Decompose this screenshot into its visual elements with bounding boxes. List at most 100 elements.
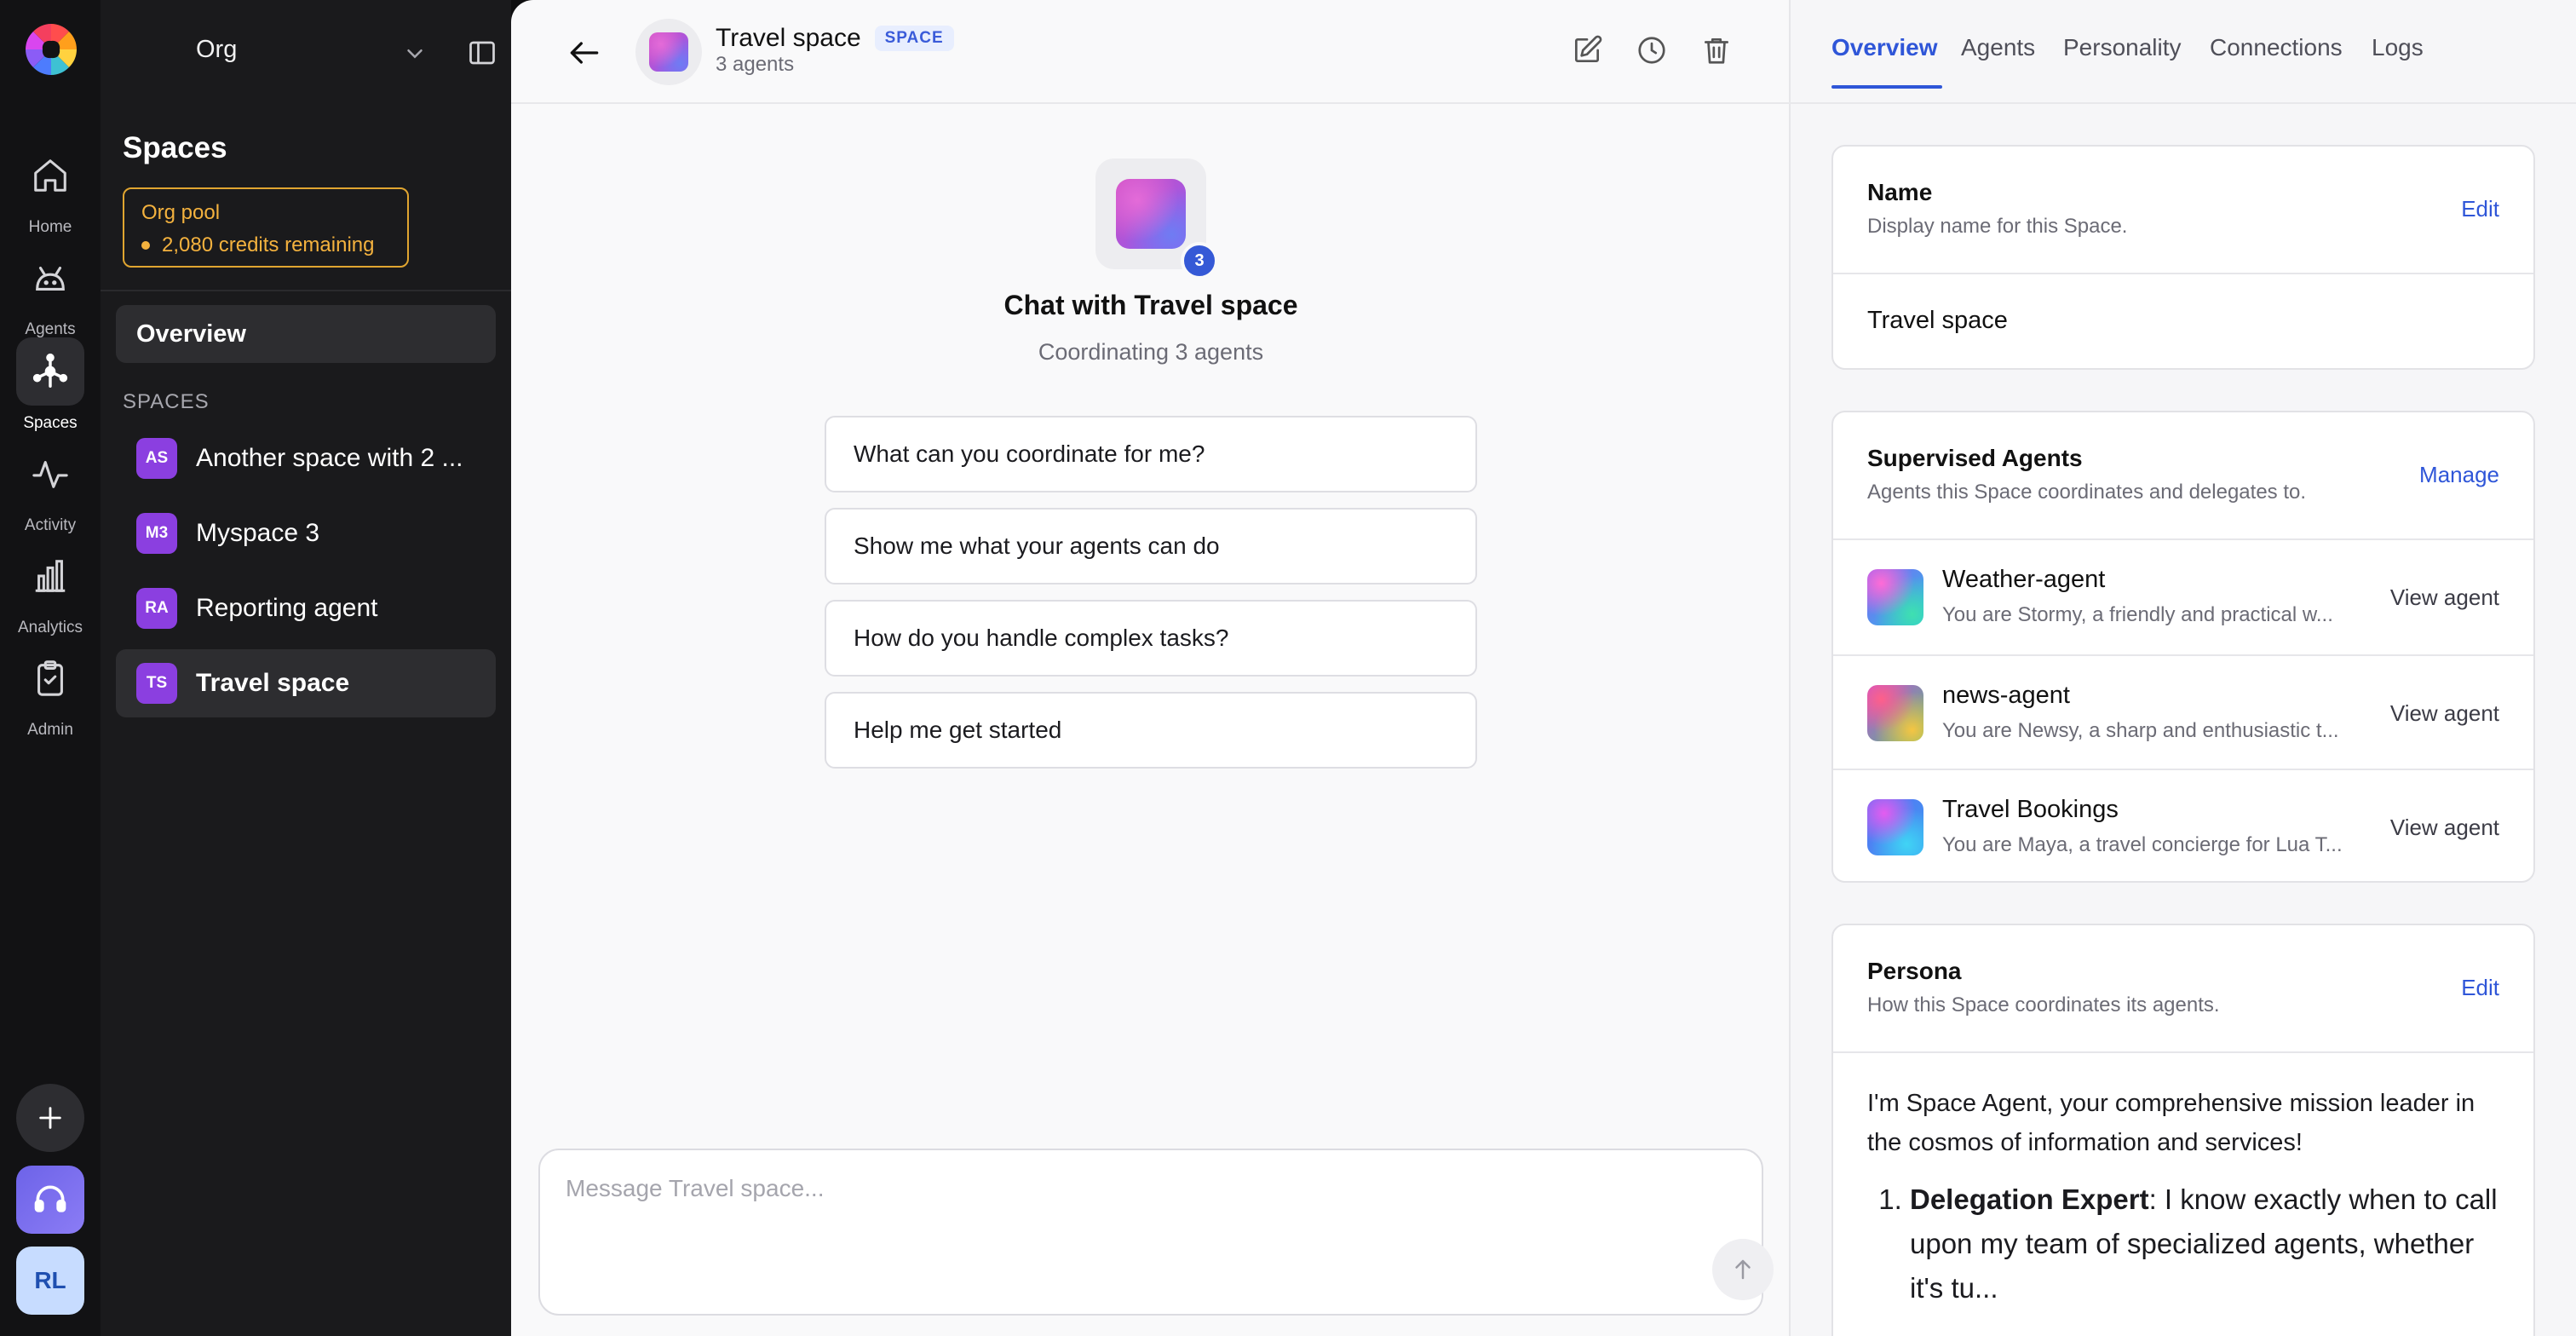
history-clock-icon[interactable] [1636, 34, 1668, 66]
suggestion-chip[interactable]: How do you handle complex tasks? [825, 600, 1477, 677]
agent-row[interactable]: Travel Bookings You are Maya, a travel c… [1833, 769, 2533, 881]
icon-rail: Home Agents Spaces Activity Analytics Ad… [0, 0, 101, 1336]
back-arrow-icon[interactable] [566, 34, 603, 72]
sidebar-item-overview[interactable]: Overview [116, 305, 496, 363]
suggestion-chip[interactable]: Help me get started [825, 692, 1477, 769]
view-agent-link[interactable]: View agent [2390, 815, 2499, 841]
support-button[interactable] [16, 1166, 84, 1234]
edit-name-button[interactable]: Edit [2461, 196, 2499, 222]
sidebar-toggle-icon[interactable] [467, 37, 497, 68]
agent-avatar [1867, 799, 1923, 855]
send-button[interactable] [1712, 1239, 1774, 1300]
rail-item-admin[interactable]: Admin [0, 644, 101, 740]
spaces-sidebar: Org Spaces Org pool 2,080 credits remain… [101, 0, 511, 1336]
view-agent-link[interactable]: View agent [2390, 584, 2499, 611]
agent-description: You are Maya, a travel concierge for Lua… [1942, 833, 2343, 856]
spaces-icon [16, 337, 84, 406]
agent-name: Travel Bookings [1942, 796, 2119, 823]
pool-credits: 2,080 credits remaining [162, 233, 375, 256]
robot-icon [16, 244, 84, 312]
view-agent-link[interactable]: View agent [2390, 700, 2499, 727]
space-badge: TS [136, 663, 177, 704]
space-label: Myspace 3 [196, 519, 320, 547]
pool-title: Org pool [141, 201, 221, 224]
status-dot-icon [141, 241, 150, 250]
space-badge: RA [136, 588, 177, 629]
home-icon [16, 141, 84, 210]
chat-header: Travel space SPACE 3 agents [511, 0, 1791, 104]
persona-point-label: Delegation Expert [1910, 1183, 2149, 1215]
chat-title: Travel space [716, 24, 861, 52]
divider [101, 290, 511, 291]
tab-connections[interactable]: Connections [2210, 34, 2343, 61]
pool-credits-row: 2,080 credits remaining [141, 233, 390, 257]
user-avatar[interactable]: RL [16, 1247, 84, 1315]
sidebar-item-space[interactable]: RA Reporting agent [116, 574, 496, 642]
agents-card-header: Supervised Agents Agents this Space coor… [1833, 412, 2533, 538]
space-name-value: Travel space [1867, 307, 2008, 334]
space-badge: M3 [136, 513, 177, 554]
suggestion-chip[interactable]: Show me what your agents can do [825, 508, 1477, 584]
space-label: Reporting agent [196, 594, 378, 622]
org-switcher[interactable]: Org [101, 0, 511, 104]
rail-item-spaces[interactable]: Spaces [0, 337, 101, 433]
org-name: Org [196, 36, 238, 63]
persona-text: I'm Space Agent, your comprehensive miss… [1833, 1053, 2533, 1336]
tab-logs[interactable]: Logs [2372, 34, 2424, 61]
chat-panel: Travel space SPACE 3 agents 3 Chat with … [511, 0, 1791, 1336]
agent-avatar [1867, 569, 1923, 625]
details-panel: Overview Agents Personality Connections … [1791, 0, 2576, 1336]
agent-row[interactable]: news-agent You are Newsy, a sharp and en… [1833, 654, 2533, 769]
card-title: Name [1867, 179, 1933, 205]
space-label: Travel space [196, 669, 350, 697]
name-card-header: Name Display name for this Space. Edit [1833, 147, 2533, 273]
rail-label: Activity [24, 516, 77, 534]
hero-avatar-image [1116, 179, 1186, 249]
sidebar-item-space-active[interactable]: TS Travel space [116, 649, 496, 717]
bar-chart-icon [16, 542, 84, 610]
name-card: Name Display name for this Space. Edit T… [1831, 145, 2535, 370]
agent-name: Weather-agent [1942, 566, 2106, 593]
chat-subtitle: 3 agents [716, 53, 795, 76]
supervised-agents-card: Supervised Agents Agents this Space coor… [1831, 411, 2535, 883]
space-type-badge: SPACE [874, 26, 954, 51]
spaces-section-label: SPACES [123, 390, 210, 413]
app-logo-icon[interactable] [22, 20, 80, 78]
space-avatar-image [649, 32, 688, 72]
persona-intro: I'm Space Agent, your comprehensive miss… [1867, 1090, 2475, 1156]
tab-agents[interactable]: Agents [1961, 34, 2035, 61]
rail-item-agents[interactable]: Agents [0, 244, 101, 339]
clipboard-check-icon [16, 644, 84, 712]
agent-description: You are Stormy, a friendly and practical… [1942, 603, 2333, 626]
rail-item-activity[interactable]: Activity [0, 440, 101, 535]
agents-list: Weather-agent You are Stormy, a friendly… [1833, 540, 2533, 881]
edit-icon[interactable] [1571, 34, 1603, 66]
message-input[interactable] [566, 1171, 1673, 1206]
tab-overview[interactable]: Overview [1831, 34, 1938, 61]
sidebar-item-space[interactable]: AS Another space with 2 ... [116, 424, 496, 492]
rail-label: Home [28, 218, 72, 236]
trash-icon[interactable] [1700, 34, 1733, 66]
agent-name: news-agent [1942, 682, 2070, 709]
card-subtitle: Agents this Space coordinates and delega… [1867, 481, 2307, 504]
tab-personality[interactable]: Personality [2063, 34, 2182, 61]
agent-count-badge: 3 [1181, 242, 1218, 279]
add-button[interactable] [16, 1084, 84, 1152]
rail-label: Agents [25, 320, 76, 338]
edit-persona-button[interactable]: Edit [2461, 975, 2499, 1001]
sidebar-item-space[interactable]: M3 Myspace 3 [116, 499, 496, 567]
persona-list: Delegation Expert: I know exactly when t… [1867, 1178, 2499, 1310]
rail-item-analytics[interactable]: Analytics [0, 542, 101, 637]
card-title: Persona [1867, 958, 1962, 984]
hero-subtitle: Coordinating 3 agents [1038, 339, 1264, 365]
card-subtitle: How this Space coordinates its agents. [1867, 993, 2220, 1016]
manage-agents-button[interactable]: Manage [2419, 462, 2499, 488]
suggestion-chip[interactable]: What can you coordinate for me? [825, 416, 1477, 492]
agent-row[interactable]: Weather-agent You are Stormy, a friendly… [1833, 540, 2533, 654]
persona-card: Persona How this Space coordinates its a… [1831, 924, 2535, 1336]
persona-card-header: Persona How this Space coordinates its a… [1833, 925, 2533, 1051]
chevron-down-icon [407, 49, 423, 59]
space-label: Another space with 2 ... [196, 444, 463, 472]
space-badge: AS [136, 438, 177, 479]
rail-item-home[interactable]: Home [0, 141, 101, 237]
